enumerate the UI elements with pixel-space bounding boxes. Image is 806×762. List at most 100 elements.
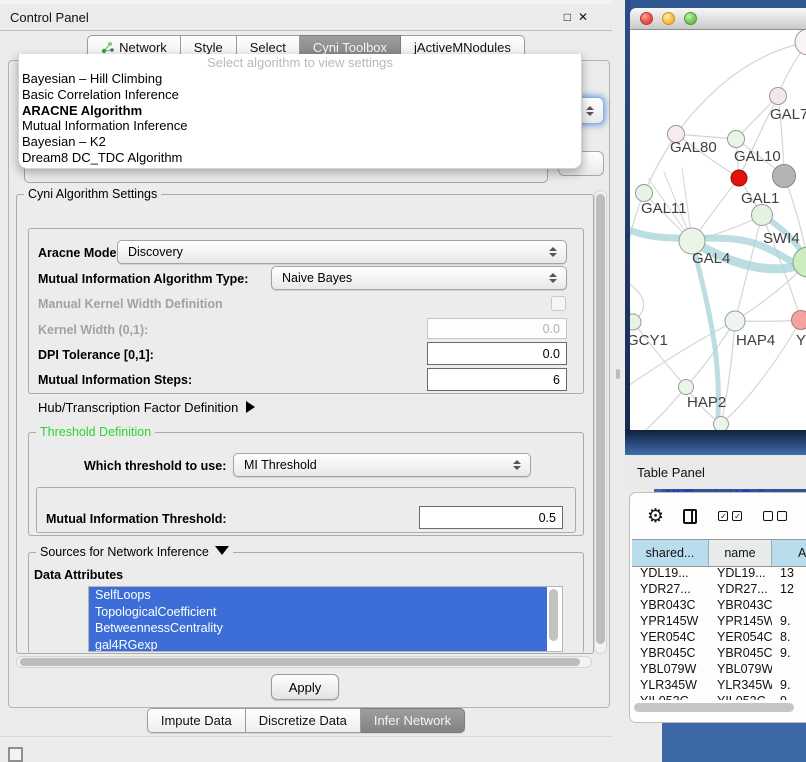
data-attribute-item[interactable]: BetweennessCentrality (89, 620, 547, 637)
mi-algorithm-type-combo[interactable]: Naive Bayes (271, 266, 567, 290)
checked-checkboxes-icon[interactable]: ✓ ✓ (718, 511, 742, 521)
field-value: 0.0 (543, 347, 560, 361)
network-edge (630, 387, 686, 430)
table-panel-card: ⚙ ✓ ✓ shared... name A YDL19...YDL19...1… (629, 492, 806, 723)
apply-button[interactable]: Apply (271, 674, 339, 700)
settings-vertical-scrollbar[interactable] (594, 190, 607, 654)
table-cell: YPR145W (632, 613, 709, 629)
network-node[interactable] (773, 165, 796, 188)
table-row[interactable]: YLR345WYLR345W9. (632, 677, 806, 693)
algorithm-placeholder: Select algorithm to view settings (19, 54, 581, 71)
network-node[interactable] (770, 88, 787, 105)
combo-value: Discovery (128, 245, 183, 259)
scrollbar-thumb[interactable] (634, 703, 794, 712)
network-node[interactable] (728, 131, 745, 148)
algorithm-item[interactable]: Bayesian – Hill Climbing (19, 71, 581, 87)
split-divider-handle[interactable] (616, 369, 620, 379)
table-row[interactable]: YPR145WYPR145W9. (632, 613, 806, 629)
column-header-partial[interactable]: A (772, 540, 806, 566)
data-attribute-item[interactable]: gal4RGexp (89, 637, 547, 653)
hub-definition-toggle[interactable]: Hub/Transcription Factor Definition (38, 400, 255, 415)
table-row[interactable]: YER054CYER054C8. (632, 629, 806, 645)
node-label: GAL80 (670, 139, 717, 156)
table-cell: 12 (772, 581, 806, 597)
control-panel-titlebar: Control Panel □ ✕ (0, 4, 612, 31)
table-toolbar: ⚙ ✓ ✓ (630, 501, 806, 531)
combo-value: MI Threshold (244, 458, 317, 472)
list-scrollbar-thumb[interactable] (549, 589, 558, 641)
table-cell: YBL079W (709, 661, 772, 677)
network-node[interactable] (725, 311, 745, 331)
which-threshold-combo[interactable]: MI Threshold (233, 453, 531, 477)
table-row[interactable]: YDR27...YDR27...12 (632, 581, 806, 597)
manual-kernel-width-checkbox[interactable] (551, 296, 566, 311)
network-node[interactable] (792, 311, 806, 330)
zoom-traffic-light[interactable] (684, 12, 697, 25)
tab-label: Network (119, 40, 167, 55)
column-header-name[interactable]: name (709, 540, 772, 566)
scrollbar-thumb[interactable] (596, 194, 605, 644)
table-row[interactable]: YBR043CYBR043C (632, 597, 806, 613)
node-label: GAL10 (734, 148, 781, 165)
algorithm-item[interactable]: Mutual Information Inference (19, 118, 581, 134)
scrollbar-thumb[interactable] (20, 658, 580, 666)
settings-horizontal-scrollbar[interactable] (16, 656, 592, 668)
sources-toggle[interactable]: Sources for Network Inference (36, 545, 233, 559)
dpi-tolerance-field[interactable]: 0.0 (427, 342, 567, 365)
algorithm-item-selected[interactable]: ARACNE Algorithm (19, 102, 581, 118)
mi-threshold-field[interactable]: 0.5 (419, 506, 563, 529)
table-cell: 9. (772, 645, 806, 661)
table-body: YDL19...YDL19...13YDR27...YDR27...12YBR0… (632, 565, 806, 709)
table-horizontal-scrollbar[interactable] (630, 700, 806, 723)
algorithm-item[interactable]: Bayesian – K2 (19, 134, 581, 150)
data-attributes-list[interactable]: SelfLoopsTopologicalCoefficientBetweenne… (88, 586, 563, 652)
tab-infer-network[interactable]: Infer Network (361, 708, 465, 733)
algorithm-item[interactable]: Dream8 DC_TDC Algorithm (19, 149, 581, 165)
spinner-arrows-icon (586, 106, 594, 116)
network-window-titlebar[interactable] (630, 8, 806, 30)
close-icon[interactable]: ✕ (578, 10, 588, 24)
network-canvas[interactable]: GAL7GAL80GAL10GAL1GAL11SWI4GAL4GCY1HAP4Y… (630, 30, 806, 430)
aracne-mode-combo[interactable]: Discovery (117, 240, 567, 264)
close-traffic-light[interactable] (640, 12, 653, 25)
divider-line (0, 736, 612, 737)
network-node[interactable] (731, 170, 747, 186)
data-attribute-item[interactable]: TopologicalCoefficient (89, 604, 547, 621)
kernel-width-field[interactable]: 0.0 (427, 318, 567, 339)
unchecked-checkboxes-icon[interactable] (763, 511, 787, 521)
minimized-panel-icon[interactable] (8, 747, 23, 762)
table-row[interactable]: YBR045CYBR045C9. (632, 645, 806, 661)
node-label: GAL1 (741, 190, 779, 207)
network-node[interactable] (714, 417, 729, 431)
minimize-traffic-light[interactable] (662, 12, 675, 25)
network-node[interactable] (630, 314, 641, 330)
network-node[interactable] (752, 205, 773, 226)
table-row[interactable]: YBL079WYBL079W (632, 661, 806, 677)
data-attribute-item[interactable]: SelfLoops (89, 587, 547, 604)
tab-discretize-data[interactable]: Discretize Data (246, 708, 361, 733)
table-cell (772, 597, 806, 613)
tab-label: Style (194, 40, 223, 55)
manual-kernel-width-label: Manual Kernel Width Definition (38, 297, 223, 311)
data-attributes-label: Data Attributes (34, 568, 123, 582)
algorithm-item[interactable]: Basic Correlation Inference (19, 87, 581, 103)
mi-steps-field[interactable]: 6 (427, 368, 567, 391)
gear-icon[interactable]: ⚙ (647, 507, 664, 526)
column-header-shared[interactable]: shared... (632, 540, 709, 566)
node-label: SWI4 (763, 230, 800, 247)
table-row[interactable]: YDL19...YDL19...13 (632, 565, 806, 581)
table-cell: 9. (772, 677, 806, 693)
float-window-icon[interactable]: □ (564, 10, 571, 24)
mi-steps-label: Mutual Information Steps: (38, 373, 192, 387)
network-node[interactable] (679, 380, 694, 395)
network-node[interactable] (793, 247, 806, 277)
algorithm-dropdown-popup: Select algorithm to view settings Bayesi… (18, 54, 582, 169)
split-columns-icon[interactable] (683, 509, 697, 524)
table-panel-title: Table Panel (637, 465, 705, 480)
aracne-mode-label: Aracne Mode: (38, 246, 121, 260)
network-node[interactable] (795, 30, 806, 55)
tab-impute-data[interactable]: Impute Data (147, 708, 246, 733)
table-cell: YBR043C (632, 597, 709, 613)
network-node[interactable] (636, 185, 653, 202)
node-label: GCY1 (630, 332, 668, 349)
